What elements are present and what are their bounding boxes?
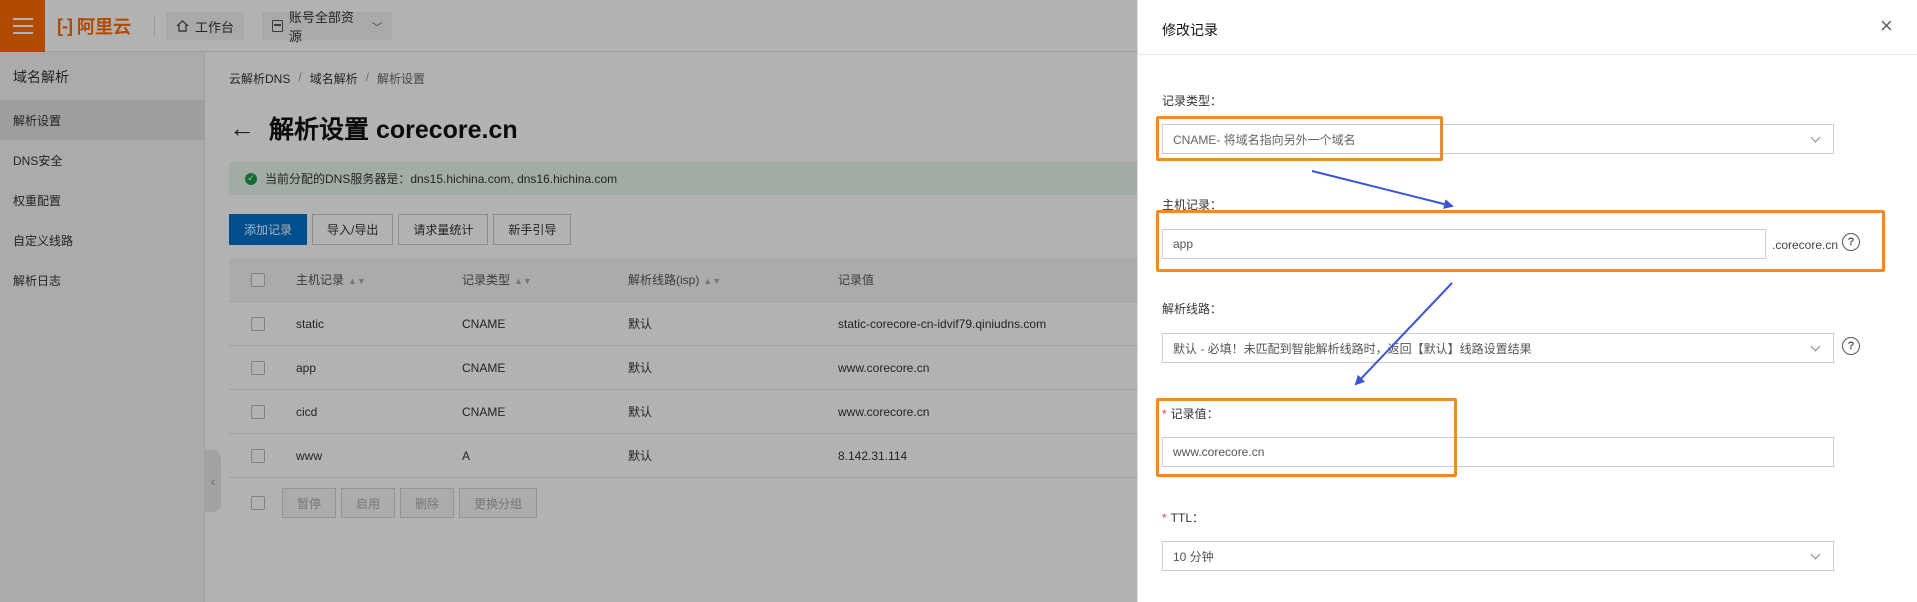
help-icon[interactable]: ? <box>1842 233 1860 251</box>
required-marker: * <box>1162 407 1167 421</box>
required-marker: * <box>1162 511 1167 525</box>
record-type-label: 记录类型： <box>1162 94 1223 108</box>
drawer-header: 修改记录 × <box>1138 0 1917 55</box>
ttl-select[interactable]: 10 分钟 <box>1162 541 1834 571</box>
resolution-line-value: 默认 - 必填！未匹配到智能解析线路时，返回【默认】线路设置结果 <box>1173 341 1532 356</box>
resolution-line-label: 解析线路： <box>1162 302 1223 316</box>
ttl-value: 10 分钟 <box>1173 549 1214 564</box>
host-record-label: 主机记录： <box>1162 198 1223 212</box>
edit-record-drawer: 修改记录 × 记录类型： CNAME- 将域名指向另外一个域名 主机记录： ap… <box>1137 0 1917 602</box>
domain-suffix: .corecore.cn <box>1772 238 1839 252</box>
annotation-arrows <box>1311 170 1454 386</box>
arrow-type-to-host <box>1311 170 1454 209</box>
resolution-line-select[interactable]: 默认 - 必填！未匹配到智能解析线路时，返回【默认】线路设置结果 <box>1162 333 1834 363</box>
modal-overlay[interactable] <box>0 0 1137 602</box>
record-type-select[interactable]: CNAME- 将域名指向另外一个域名 <box>1162 124 1834 154</box>
ttl-label: * TTL： <box>1162 511 1205 525</box>
host-record-input[interactable]: app <box>1162 229 1766 259</box>
host-record-value: app <box>1173 237 1194 251</box>
close-icon[interactable]: × <box>1880 15 1893 37</box>
record-value-input[interactable]: www.corecore.cn <box>1162 437 1834 467</box>
record-value-label: * 记录值： <box>1162 407 1219 421</box>
help-icon[interactable]: ? <box>1842 337 1860 355</box>
drawer-title: 修改记录 <box>1162 22 1218 38</box>
record-type-value: CNAME- 将域名指向另外一个域名 <box>1173 132 1356 147</box>
record-value-text: www.corecore.cn <box>1173 445 1265 459</box>
